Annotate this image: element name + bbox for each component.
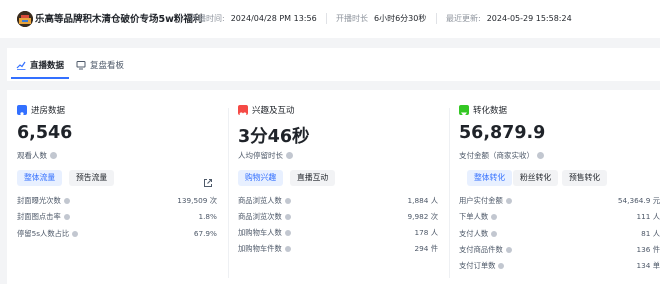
list-item: 支付订单数 134 单 [459, 261, 660, 270]
help-icon[interactable] [491, 231, 498, 237]
row-value: 111 人 [636, 212, 660, 221]
payment-value: 56,879.9 [459, 123, 546, 143]
help-icon[interactable] [284, 246, 291, 252]
payment-metric: 支付金额（商家实收） [459, 150, 544, 161]
row-value: 1.8% [198, 212, 217, 221]
tab-label: 复盘看板 [90, 61, 125, 71]
live-title: 乐高等品牌积木清仓破价专场5w粉福利 [35, 14, 203, 25]
conversion-section: 转化数据 56,879.9 支付金额（商家实收） 整体转化 粉丝转化 预售转化 … [459, 90, 660, 284]
list-item: 支付人数 81 人 [459, 229, 660, 238]
divider [436, 13, 437, 24]
divider [326, 13, 327, 24]
interaction-section: 兴趣及互动 3分46秒 人均停留时长 购物兴趣 直播互动 商品浏览人数 1,884… [238, 90, 438, 284]
active-tab-indicator [11, 77, 69, 79]
row-value: 134 单 [636, 261, 660, 270]
row-value: 139,509 次 [177, 196, 217, 205]
list-item: 商品浏览次数 9,982 次 [238, 212, 438, 221]
last-updated: 最近更新: 2024-05-29 15:58:24 [446, 13, 572, 24]
monitor-icon [76, 60, 86, 73]
help-icon[interactable] [284, 198, 291, 204]
updated-value: 2024-05-29 15:58:24 [486, 14, 572, 23]
list-item: 下单人数 111 人 [459, 212, 660, 221]
duration-value: 6小时6分30秒 [374, 14, 427, 23]
duration-label: 开播时长 [336, 14, 368, 23]
help-icon[interactable] [286, 152, 293, 159]
pill-shopping-interest[interactable]: 购物兴趣 [238, 170, 284, 186]
tab-review-board[interactable]: 复盘看板 [76, 59, 124, 73]
row-value: 9,982 次 [407, 212, 438, 221]
list-item: 停留5s人数占比 67.9% [17, 229, 217, 238]
list-item: 商品浏览人数 1,884 人 [238, 196, 438, 205]
list-item: 用户实付金额 54,364.9 元 [459, 196, 660, 205]
funnel-icon [459, 105, 469, 118]
tab-label: 直播数据 [30, 61, 65, 71]
help-icon[interactable] [498, 263, 505, 269]
section-title: 转化数据 [473, 106, 508, 116]
row-value: 178 人 [414, 228, 438, 237]
section-title: 兴趣及互动 [252, 106, 295, 116]
list-item: 加购物车件数 294 件 [238, 244, 438, 253]
list-item: 封面曝光次数 139,509 次 [17, 196, 217, 205]
row-value: 1,884 人 [407, 196, 438, 205]
updated-label: 最近更新: [446, 14, 481, 23]
start-time-label: 开播时间: [190, 14, 225, 23]
trend-icon [16, 60, 26, 73]
list-item: 加购物车人数 178 人 [238, 228, 438, 237]
help-icon[interactable] [505, 247, 512, 253]
avg-stay-value: 3分46秒 [238, 127, 310, 147]
row-value: 294 件 [414, 244, 438, 253]
pill-presale-conversion[interactable]: 预售转化 [562, 170, 608, 186]
pill-overall-conversion[interactable]: 整体转化 [467, 170, 513, 186]
tab-live-data[interactable]: 直播数据 [16, 59, 64, 73]
live-duration: 开播时长 6小时6分30秒 [336, 13, 426, 24]
help-icon[interactable] [284, 230, 291, 236]
list-item: 支付商品件数 136 件 [459, 245, 660, 254]
pill-overall-traffic[interactable]: 整体流量 [17, 170, 63, 186]
row-value: 54,364.9 元 [617, 196, 660, 205]
tab-bar: 直播数据 复盘看板 [7, 48, 660, 81]
metric-label: 观看人数 [17, 151, 47, 160]
metric-label: 人均停留时长 [238, 151, 283, 160]
row-value: 67.9% [193, 229, 217, 238]
help-icon[interactable] [63, 198, 70, 204]
viewers-metric: 观看人数 [17, 150, 57, 161]
pill-preview-traffic[interactable]: 预告流量 [69, 170, 115, 186]
help-icon[interactable] [491, 214, 498, 220]
row-value: 136 件 [636, 245, 660, 254]
divider [228, 108, 229, 278]
heart-icon [238, 105, 248, 118]
divider [180, 13, 181, 24]
avg-stay-metric: 人均停留时长 [238, 150, 293, 161]
pill-fan-conversion[interactable]: 粉丝转化 [513, 170, 559, 186]
user-icon [17, 105, 27, 119]
help-icon[interactable] [50, 152, 57, 159]
help-icon[interactable] [72, 231, 79, 237]
help-icon[interactable] [63, 214, 70, 220]
help-icon[interactable] [284, 214, 291, 220]
help-icon[interactable] [537, 152, 544, 159]
entry-section: 进房数据 6,546 观看人数 整体流量 预告流量 封面曝光次数 139,509 … [17, 90, 217, 284]
row-value: 81 人 [641, 229, 660, 238]
live-header: 乐高等品牌积木清仓破价专场5w粉福利 开播时间: 2024/04/28 PM 13… [0, 0, 660, 38]
metrics-panel: 进房数据 6,546 观看人数 整体流量 预告流量 封面曝光次数 139,509 … [7, 90, 660, 284]
viewers-value: 6,546 [17, 123, 73, 143]
pill-live-interaction[interactable]: 直播互动 [290, 170, 336, 186]
section-title: 进房数据 [31, 106, 66, 116]
list-item: 封面图点击率 1.8% [17, 212, 217, 221]
divider [449, 108, 450, 278]
external-link-icon[interactable] [203, 173, 213, 187]
streamer-avatar[interactable] [17, 11, 33, 27]
start-time: 开播时间: 2024/04/28 PM 13:56 [190, 13, 317, 24]
start-time-value: 2024/04/28 PM 13:56 [230, 14, 317, 23]
help-icon[interactable] [505, 198, 512, 204]
metric-label: 支付金额（商家实收） [459, 151, 534, 160]
